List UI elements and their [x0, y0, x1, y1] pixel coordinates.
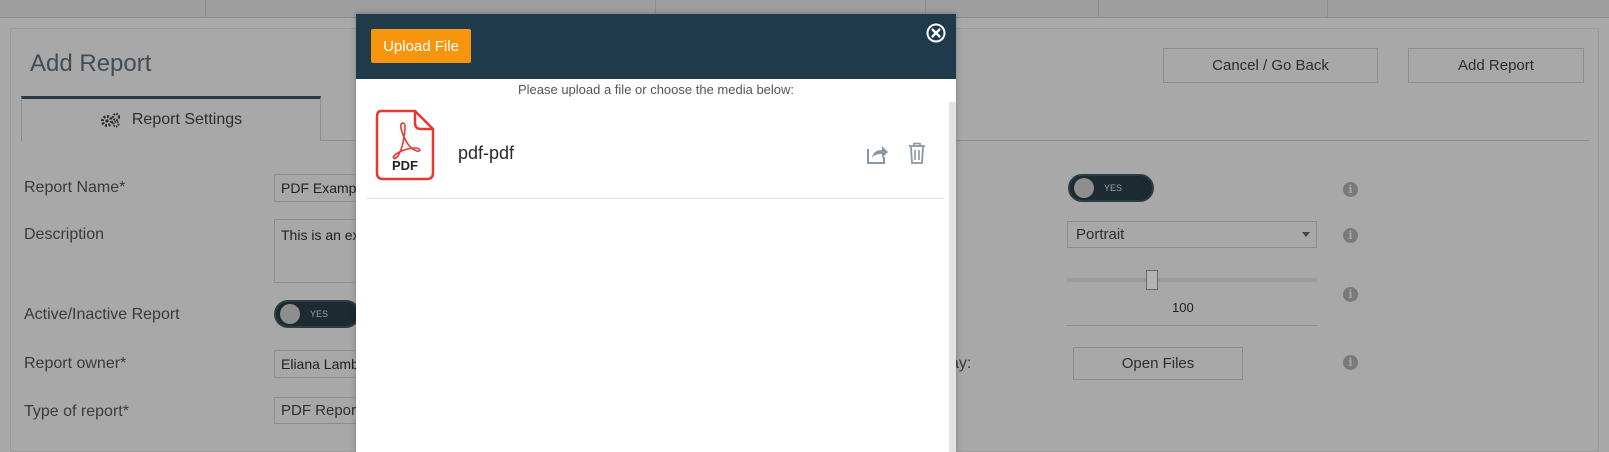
pdf-file-icon: PDF — [375, 109, 435, 181]
modal-header: Upload File — [356, 14, 956, 79]
close-icon[interactable] — [926, 23, 946, 43]
chevron-down-icon — [1302, 232, 1310, 237]
add-report-button[interactable]: Add Report — [1408, 48, 1584, 83]
info-icon[interactable]: i — [1343, 355, 1358, 370]
active-label: Active/Inactive Report — [24, 306, 180, 323]
active-toggle[interactable]: YES — [274, 300, 360, 328]
description-label: Description — [24, 226, 105, 243]
page-title: Add Report — [30, 50, 152, 77]
toggle-text: YES — [1104, 183, 1123, 193]
toggle-knob — [280, 304, 300, 324]
info-icon[interactable]: i — [1343, 287, 1358, 302]
type-select[interactable]: PDF Report — [274, 397, 364, 424]
orientation-select[interactable]: Portrait — [1067, 221, 1317, 248]
share-icon[interactable] — [865, 143, 889, 165]
trash-icon[interactable] — [908, 142, 926, 164]
media-item[interactable]: PDF pdf-pdf — [366, 109, 944, 199]
toggle-text: YES — [310, 309, 329, 319]
modal-scrollbar[interactable] — [949, 102, 956, 452]
upload-file-button[interactable]: Upload File — [371, 29, 471, 63]
open-files-button[interactable]: Open Files — [1073, 347, 1243, 380]
divider — [1067, 325, 1317, 326]
info-icon[interactable]: i — [1343, 182, 1358, 197]
strip-divider — [1327, 0, 1328, 18]
gears-icon — [100, 112, 120, 128]
media-modal: Upload File Please upload a file or choo… — [356, 14, 956, 452]
description-textarea[interactable]: This is an ex — [274, 219, 364, 283]
info-icon[interactable]: i — [1343, 228, 1358, 243]
type-label: Type of report* — [24, 403, 129, 420]
zoom-slider-thumb[interactable] — [1146, 270, 1158, 290]
right-toggle[interactable]: YES — [1068, 174, 1154, 202]
tab-report-settings[interactable]: Report Settings — [21, 96, 321, 141]
strip-divider — [1098, 0, 1099, 18]
report-name-label: Report Name* — [24, 179, 126, 196]
zoom-slider-value: 100 — [1172, 300, 1194, 315]
owner-label: Report owner* — [24, 355, 127, 372]
tab-label: Report Settings — [131, 111, 243, 128]
cancel-button[interactable]: Cancel / Go Back — [1163, 48, 1378, 83]
toggle-knob — [1074, 178, 1094, 198]
orientation-value: Portrait — [1076, 226, 1125, 243]
strip-divider — [205, 0, 206, 18]
upload-hint: Please upload a file or choose the media… — [517, 82, 795, 97]
report-name-input[interactable]: PDF Example — [274, 174, 364, 202]
zoom-slider-track[interactable] — [1067, 278, 1317, 282]
media-item-name: pdf-pdf — [458, 143, 515, 163]
owner-input[interactable]: Eliana Lamb — [274, 350, 364, 378]
svg-text:PDF: PDF — [392, 158, 418, 173]
